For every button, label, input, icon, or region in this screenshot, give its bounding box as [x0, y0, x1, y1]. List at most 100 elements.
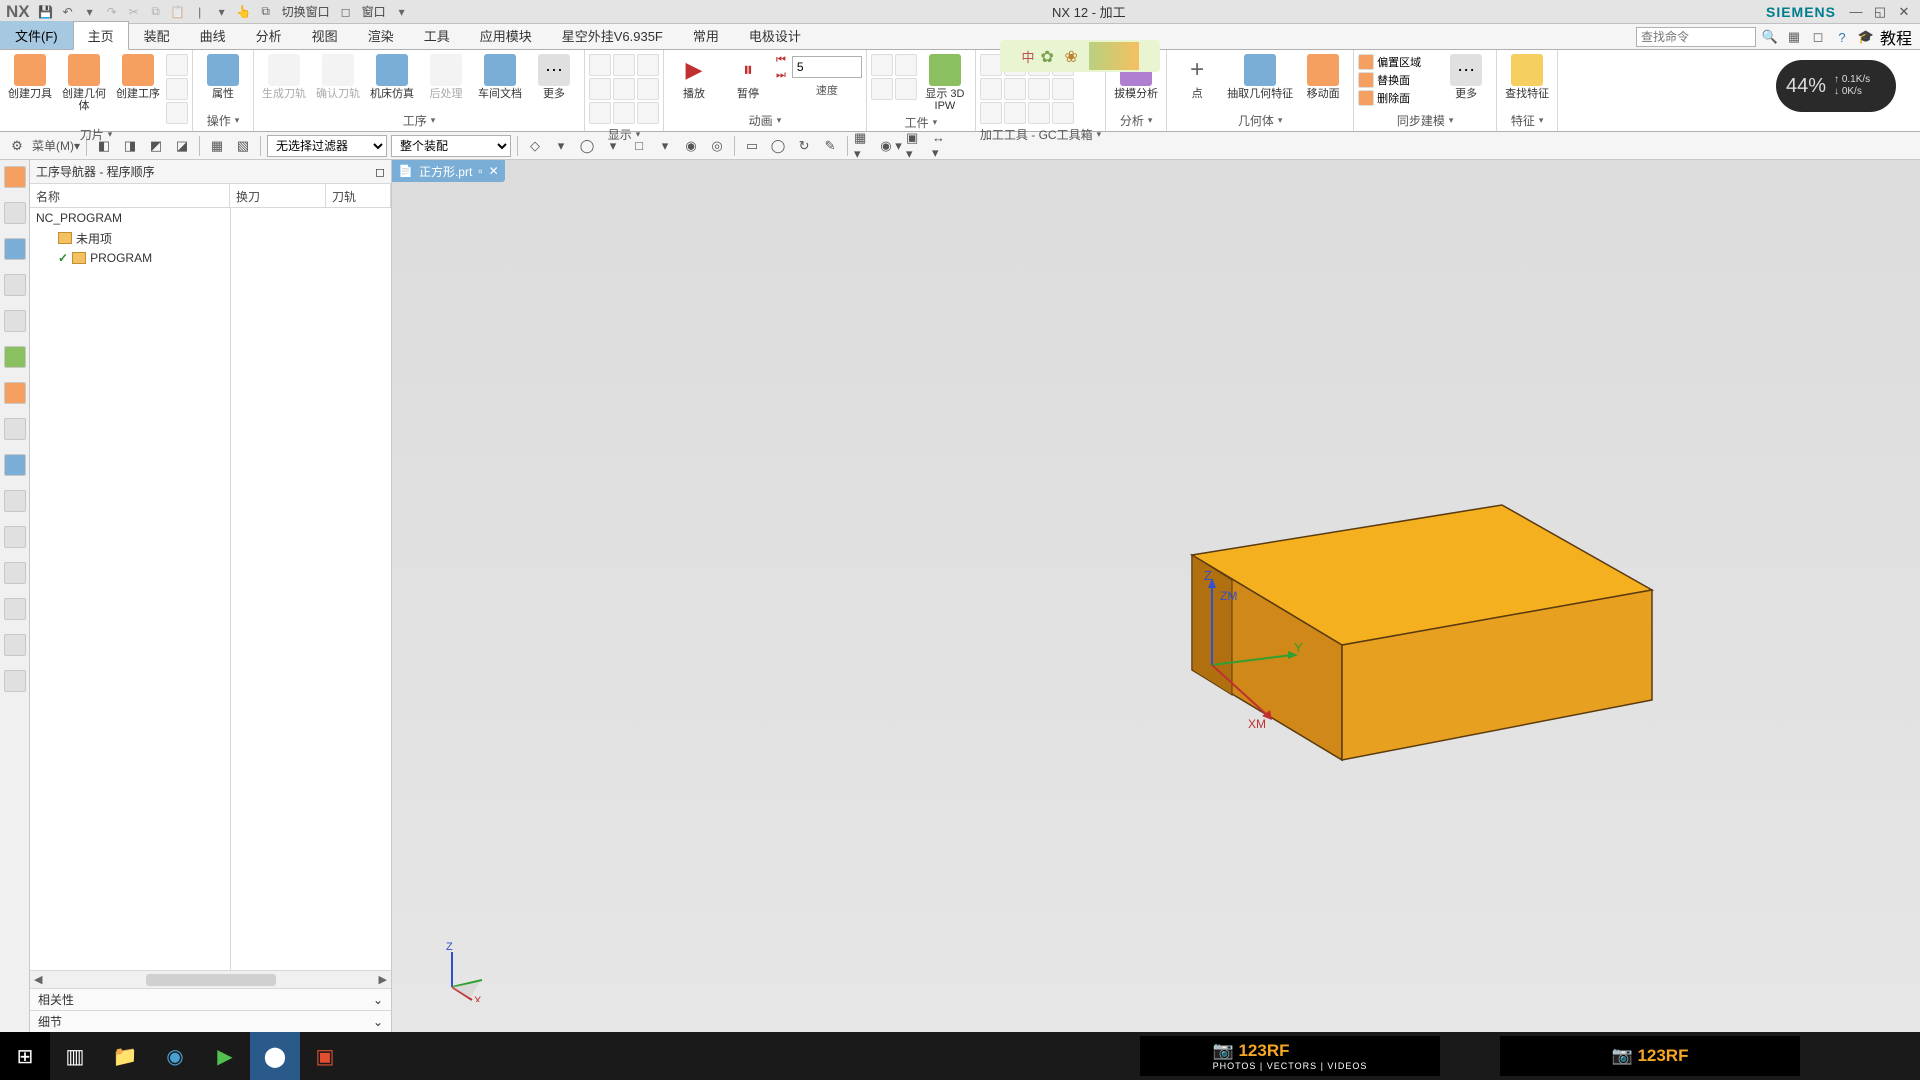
help-icon[interactable]: ? [1832, 27, 1852, 47]
pause-button[interactable]: ⏸ 暂停 [722, 52, 774, 100]
rail-icon-13[interactable] [4, 598, 26, 620]
display-mini-5[interactable] [613, 78, 635, 100]
more-procedure-button[interactable]: ⋯ 更多 [528, 52, 580, 100]
wp-mini-3[interactable] [871, 78, 893, 100]
play-button[interactable]: ▶ 播放 [668, 52, 720, 100]
gc-mini-8[interactable] [1052, 78, 1074, 100]
tb-icon-21[interactable]: ▣ ▾ [906, 135, 928, 157]
gc-mini-6[interactable] [1004, 78, 1026, 100]
tb-icon-8[interactable]: ▾ [550, 135, 572, 157]
gc-mini-11[interactable] [1028, 102, 1050, 124]
create-tool-button[interactable]: 创建刀具 [4, 52, 56, 100]
ad-1[interactable]: 📷 123RF PHOTOS | VECTORS | VIDEOS [1140, 1036, 1440, 1076]
blade-mini-2[interactable] [166, 78, 188, 100]
video-button[interactable]: ▶ [200, 1032, 250, 1080]
tab-render[interactable]: 渲染 [353, 21, 409, 49]
tb-icon-7[interactable]: ◇ [524, 135, 546, 157]
view-triad[interactable]: Z X [432, 942, 492, 1002]
rail-icon-15[interactable] [4, 670, 26, 692]
tb-icon-18[interactable]: ✎ [819, 135, 841, 157]
tab-app-module[interactable]: 应用模块 [465, 21, 547, 49]
tab-common[interactable]: 常用 [678, 21, 734, 49]
display-mini-9[interactable] [637, 102, 659, 124]
redo-icon[interactable]: ↷ [102, 2, 122, 22]
rail-icon-4[interactable] [4, 274, 26, 296]
search-icon[interactable]: 🔍 [1760, 27, 1780, 47]
tb-icon-14[interactable]: ◎ [706, 135, 728, 157]
doc-close-icon[interactable]: ✕ [489, 164, 499, 178]
tb-icon-13[interactable]: ◉ [680, 135, 702, 157]
speed-input[interactable] [792, 56, 862, 78]
undo-icon[interactable]: ↶ [58, 2, 78, 22]
header-toolpath[interactable]: 刀轨 [326, 184, 391, 207]
tab-plugin[interactable]: 星空外挂V6.935F [547, 21, 678, 49]
group-feature-dropdown[interactable]: ▾ [1539, 115, 1544, 126]
window-icon[interactable]: ◻ [336, 2, 356, 22]
rail-icon-8[interactable] [4, 418, 26, 440]
verify-toolpath-button[interactable]: 确认刀轨 [312, 52, 364, 100]
gc-mini-12[interactable] [1052, 102, 1074, 124]
tab-analysis[interactable]: 分析 [241, 21, 297, 49]
group-procedure-dropdown[interactable]: ▾ [431, 115, 436, 126]
selection-filter-combo[interactable]: 无选择过滤器 [267, 135, 387, 157]
section-details[interactable]: 细节 ⌄ [30, 1010, 391, 1032]
tree-item-unused[interactable]: 未用项 [30, 228, 391, 248]
tutorial-icon[interactable]: 🎓 [1856, 27, 1876, 47]
rail-icon-11[interactable] [4, 526, 26, 548]
find-feature-button[interactable]: 查找特征 [1501, 52, 1553, 100]
offset-region-icon[interactable] [1358, 54, 1374, 70]
blade-mini-3[interactable] [166, 102, 188, 124]
group-sync-dropdown[interactable]: ▾ [1449, 115, 1454, 126]
machine-simulate-button[interactable]: 机床仿真 [366, 52, 418, 100]
rail-icon-14[interactable] [4, 634, 26, 656]
command-search-input[interactable] [1636, 27, 1756, 47]
navigator-scrollbar[interactable]: ◀ ▶ [30, 970, 391, 988]
ad-2[interactable]: 📷 123RF [1500, 1036, 1800, 1076]
gc-mini-5[interactable] [980, 78, 1002, 100]
gc-mini-9[interactable] [980, 102, 1002, 124]
powerpoint-button[interactable]: ▣ [300, 1032, 350, 1080]
header-toolchange[interactable]: 换刀 [230, 184, 326, 207]
rail-icon-10[interactable] [4, 490, 26, 512]
layout-icon[interactable]: ▦ [1784, 27, 1804, 47]
scroll-right-icon[interactable]: ▶ [379, 973, 387, 986]
tab-home[interactable]: 主页 [73, 21, 129, 50]
tb-icon-17[interactable]: ↻ [793, 135, 815, 157]
display-mini-2[interactable] [613, 54, 635, 76]
wp-mini-4[interactable] [895, 78, 917, 100]
tab-assembly[interactable]: 装配 [129, 21, 185, 49]
qat-more[interactable]: ▾ [212, 2, 232, 22]
tb-icon-19[interactable]: ▦ ▾ [854, 135, 876, 157]
tb-icon-5[interactable]: ▦ [206, 135, 228, 157]
postprocess-button[interactable]: 后处理 [420, 52, 472, 100]
navigator-maximize-icon[interactable]: ◻ [375, 165, 385, 179]
window-dropdown[interactable]: ▾ [392, 2, 412, 22]
switch-window-label[interactable]: 切换窗口 [278, 3, 334, 20]
tab-view[interactable]: 视图 [297, 21, 353, 49]
scroll-left-icon[interactable]: ◀ [34, 973, 42, 986]
section-dependencies[interactable]: 相关性 ⌄ [30, 988, 391, 1010]
ime-icon-1[interactable]: ✿ [1041, 47, 1059, 65]
minimize-button[interactable]: — [1846, 3, 1866, 21]
create-geometry-button[interactable]: 创建几何体 [58, 52, 110, 112]
copy-icon[interactable]: ⧉ [146, 2, 166, 22]
tutorial-label[interactable]: 教程 [1880, 25, 1912, 49]
tb-icon-20[interactable]: ◉ ▾ [880, 135, 902, 157]
delete-face-icon[interactable] [1358, 90, 1374, 106]
group-action-dropdown[interactable]: ▾ [235, 115, 240, 126]
group-blade-dropdown[interactable]: ▾ [108, 129, 113, 140]
tab-tools[interactable]: 工具 [409, 21, 465, 49]
rail-icon-3[interactable] [4, 238, 26, 260]
switch-window-icon[interactable]: ⧉ [256, 2, 276, 22]
show-3d-ipw-button[interactable]: 显示 3D IPW [919, 52, 971, 112]
document-tab[interactable]: 📄 正方形.prt ▫ ✕ [392, 160, 505, 182]
rail-icon-9[interactable] [4, 454, 26, 476]
shop-doc-button[interactable]: 车间文档 [474, 52, 526, 100]
ime-icon-2[interactable]: ❀ [1065, 47, 1083, 65]
step-back-icon[interactable]: ⏮ [776, 54, 786, 67]
group-display-dropdown[interactable]: ▾ [636, 129, 641, 140]
display-mini-3[interactable] [637, 54, 659, 76]
assembly-filter-combo[interactable]: 整个装配 [391, 135, 511, 157]
doc-save-icon[interactable]: ▫ [478, 164, 482, 178]
navigator-tree[interactable]: NC_PROGRAM 未用项 ✓ PROGRAM [30, 208, 391, 970]
